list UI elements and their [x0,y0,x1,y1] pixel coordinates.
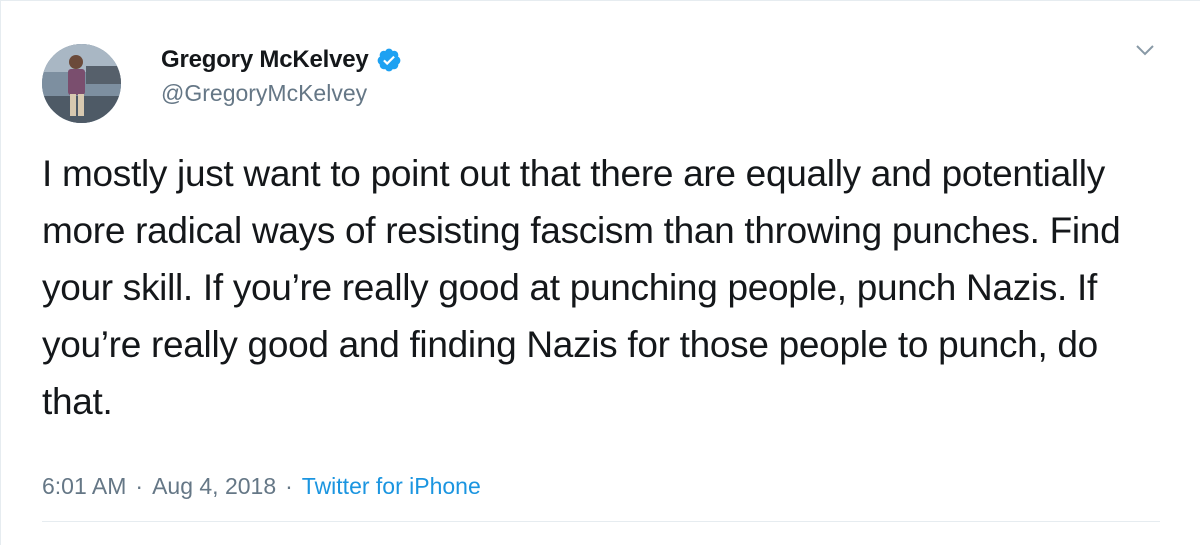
tweet-meta: 6:01 AM · Aug 4, 2018 · Twitter for iPho… [42,473,481,500]
verified-badge-icon [376,47,402,73]
tweet-date[interactable]: Aug 4, 2018 [152,473,276,500]
avatar[interactable] [42,44,121,123]
tweet-card: Gregory McKelvey @GregoryMcKelvey I most… [0,0,1200,545]
meta-separator: · [135,473,144,499]
name-row: Gregory McKelvey [161,44,402,76]
user-info: Gregory McKelvey @GregoryMcKelvey [161,44,402,107]
chevron-down-icon[interactable] [1134,41,1156,59]
user-handle[interactable]: @GregoryMcKelvey [161,80,402,107]
avatar-photo [42,44,121,123]
tweet-text: I mostly just want to point out that the… [42,153,1121,422]
meta-separator: · [285,473,293,499]
display-name[interactable]: Gregory McKelvey [161,46,369,74]
divider [42,521,1160,522]
tweet-source-link[interactable]: Twitter for iPhone [302,473,481,500]
tweet-time[interactable]: 6:01 AM [42,473,126,500]
